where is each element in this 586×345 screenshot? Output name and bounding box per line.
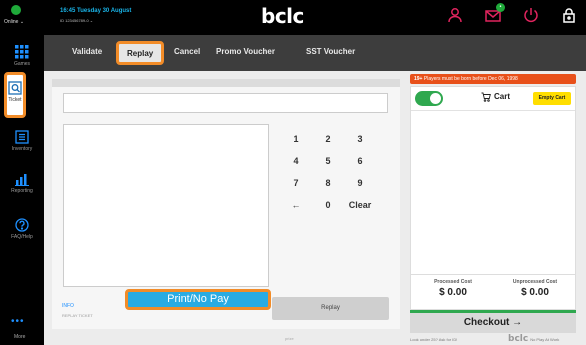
tab-sst-voucher[interactable]: SST Voucher	[306, 47, 355, 56]
cart-title: Cart	[481, 92, 510, 102]
bclc-logo: bclc	[261, 4, 304, 28]
more-icon[interactable]: •••	[11, 316, 25, 327]
sidebar-item-reporting[interactable]: Reporting	[0, 172, 44, 194]
key-4[interactable]: 4	[281, 151, 311, 171]
sidebar-item-label: Ticket	[8, 97, 22, 103]
terminal-id-dropdown[interactable]: ID 123456789-0 ⌄	[60, 18, 93, 23]
key-clear[interactable]: Clear	[345, 195, 375, 215]
inventory-icon	[15, 130, 29, 144]
sidebar: Games Ticket Inventory Reporting FAQ/Hel…	[0, 35, 44, 345]
tab-bar: Validate Replay Cancel Promo Voucher SST…	[44, 35, 586, 71]
sidebar-item-label: FAQ/Help	[11, 234, 33, 240]
info-subtitle: REPLAY TICKET	[62, 313, 93, 318]
online-status-icon	[11, 5, 21, 15]
datetime-label: 16:45 Tuesday 30 August	[60, 8, 132, 14]
key-1[interactable]: 1	[281, 129, 311, 149]
ticket-scan-icon	[8, 81, 22, 95]
online-status-dropdown[interactable]: Online ⌄	[4, 19, 24, 25]
cart-header: Cart Empty Cart	[411, 87, 575, 111]
bclc-small-logo: bclc	[508, 334, 529, 344]
info-label: INFO	[62, 303, 74, 309]
unprocessed-cost-value: $ 0.00	[521, 287, 549, 298]
sidebar-item-games[interactable]: Games	[0, 45, 44, 67]
key-2[interactable]: 2	[313, 129, 343, 149]
user-icon[interactable]	[446, 6, 464, 24]
tab-validate[interactable]: Validate	[72, 47, 102, 56]
cart-panel: Cart Empty Cart Processed Cost $ 0.00 Un…	[410, 86, 576, 310]
unprocessed-cost: Unprocessed Cost $ 0.00	[495, 279, 575, 298]
key-backspace[interactable]: ←	[281, 195, 311, 215]
print-no-pay-button[interactable]: Print/No Pay	[125, 289, 271, 310]
processed-cost-label: Processed Cost	[434, 279, 472, 285]
lock-icon[interactable]	[560, 6, 578, 24]
top-bar: Online ⌄ 16:45 Tuesday 30 August ID 1234…	[0, 0, 586, 35]
tab-replay[interactable]: Replay	[116, 41, 165, 65]
sidebar-item-faq-help[interactable]: FAQ/Help	[0, 218, 44, 240]
id-check-notice: Look under 25? Ask for ID!	[410, 337, 458, 342]
help-icon	[15, 218, 29, 232]
notification-badge: •	[496, 3, 505, 12]
cart-icon	[481, 92, 491, 102]
footer-link: prize	[285, 336, 294, 341]
cart-cost-summary: Processed Cost $ 0.00 Unprocessed Cost $…	[411, 274, 575, 309]
panel-header	[52, 79, 400, 87]
bar-chart-icon	[15, 172, 29, 186]
top-icon-group: •	[446, 3, 578, 24]
key-8[interactable]: 8	[313, 173, 343, 193]
ticket-number-input[interactable]	[63, 93, 388, 113]
tab-promo-voucher[interactable]: Promo Voucher	[216, 47, 275, 56]
cart-toggle[interactable]	[415, 91, 443, 106]
checkout-button[interactable]: Checkout →	[410, 313, 576, 333]
sidebar-item-ticket[interactable]: Ticket	[4, 72, 26, 118]
sidebar-item-inventory[interactable]: Inventory	[0, 130, 44, 152]
sidebar-item-label: Games	[13, 61, 31, 67]
sidebar-item-label: Inventory	[11, 146, 33, 152]
key-7[interactable]: 7	[281, 173, 311, 193]
key-5[interactable]: 5	[313, 151, 343, 171]
unprocessed-cost-label: Unprocessed Cost	[512, 279, 558, 285]
sidebar-item-more[interactable]: More	[14, 334, 25, 340]
ticket-display-area	[63, 124, 269, 287]
tab-cancel[interactable]: Cancel	[174, 47, 200, 56]
replay-panel: 1 2 3 4 5 6 7 8 9 ← 0 Clear INFO REPLAY …	[52, 79, 400, 329]
empty-cart-button[interactable]: Empty Cart	[533, 92, 571, 105]
key-9[interactable]: 9	[345, 173, 375, 193]
processed-cost-value: $ 0.00	[439, 287, 467, 298]
power-icon[interactable]	[522, 6, 540, 24]
no-play-at-work-text: No Play At Work	[530, 337, 560, 342]
cart-title-label: Cart	[494, 92, 511, 102]
replay-button[interactable]: Replay	[272, 297, 389, 320]
key-0[interactable]: 0	[313, 195, 343, 215]
messages-icon[interactable]: •	[484, 3, 505, 24]
sidebar-item-label: Reporting	[11, 188, 33, 194]
age-restriction-banner: 19+ Players must be born before Dec 06, …	[410, 74, 576, 84]
key-3[interactable]: 3	[345, 129, 375, 149]
grid-icon	[15, 45, 29, 59]
no-play-at-work-notice: bclc No Play At Work	[508, 334, 559, 344]
processed-cost: Processed Cost $ 0.00	[413, 279, 493, 298]
age-banner-text: Players must be born before Dec 06, 1998	[422, 76, 518, 82]
key-6[interactable]: 6	[345, 151, 375, 171]
